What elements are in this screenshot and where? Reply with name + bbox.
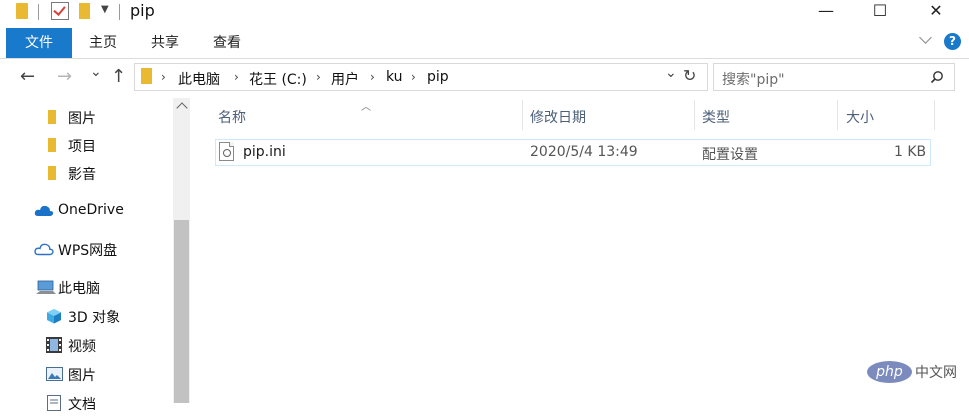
toolbar-divider xyxy=(119,4,120,20)
maximize-button[interactable]: ☐ xyxy=(857,0,903,24)
customize-toolbar-dropdown-icon[interactable]: ▼ xyxy=(101,4,109,15)
window-title: pip xyxy=(130,1,155,20)
sidebar-item-videos[interactable]: 视频 xyxy=(0,332,172,358)
file-type: 配置设置 xyxy=(702,147,758,163)
sidebar-item-wps-drive[interactable]: WPS网盘 xyxy=(0,236,172,262)
tab-home[interactable]: 主页 xyxy=(89,28,117,58)
close-button[interactable]: ✕ xyxy=(913,0,959,24)
breadcrumb-users[interactable]: 用户 xyxy=(331,69,359,89)
search-input[interactable]: 搜索"pip" xyxy=(722,69,785,89)
column-header-type[interactable]: 类型 xyxy=(702,107,730,131)
search-icon[interactable] xyxy=(930,70,944,84)
breadcrumb-drive-c[interactable]: 花王 (C:) xyxy=(249,69,307,89)
address-dropdown-icon[interactable]: ⌄ xyxy=(665,65,677,81)
sidebar-item-label: 文档 xyxy=(68,397,96,413)
back-arrow-icon[interactable]: ← xyxy=(20,66,35,87)
sidebar-item-projects[interactable]: 项目 xyxy=(0,132,172,158)
address-bar[interactable] xyxy=(134,63,708,91)
tab-share[interactable]: 共享 xyxy=(151,28,179,58)
sidebar-scrollbar-thumb[interactable] xyxy=(174,220,189,403)
folder-icon xyxy=(16,3,28,19)
column-divider[interactable] xyxy=(522,100,523,130)
file-name[interactable]: pip.ini xyxy=(243,144,286,160)
column-header-name[interactable]: 名称 xyxy=(218,107,246,131)
file-size: 1 KB xyxy=(894,144,927,160)
sidebar-item-pictures-quick[interactable]: 图片 xyxy=(0,104,172,130)
breadcrumb-this-pc[interactable]: 此电脑 xyxy=(178,69,220,89)
breadcrumb-chevron-icon[interactable]: › xyxy=(161,70,166,84)
tab-file[interactable]: 文件 xyxy=(6,28,72,58)
cloud-icon xyxy=(34,205,54,216)
title-bar: ▼ pip — ☐ ✕ xyxy=(0,0,969,25)
column-header-modified[interactable]: 修改日期 xyxy=(530,107,586,131)
sidebar-item-this-pc[interactable]: 此电脑 xyxy=(0,274,172,300)
film-icon xyxy=(46,337,62,353)
sidebar-item-label: 图片 xyxy=(68,368,96,384)
config-file-icon xyxy=(219,142,234,161)
folder-icon xyxy=(48,110,56,124)
file-modified: 2020/5/4 13:49 xyxy=(530,144,638,160)
forward-arrow-icon[interactable]: → xyxy=(57,66,72,87)
cube-icon xyxy=(47,309,61,324)
recent-locations-chevron-icon[interactable]: ⌄ xyxy=(90,64,102,80)
column-divider[interactable] xyxy=(694,100,695,130)
breadcrumb-chevron-icon[interactable]: › xyxy=(370,70,375,84)
toolbar-divider xyxy=(38,4,39,20)
minimize-button[interactable]: — xyxy=(803,0,849,24)
new-folder-icon[interactable] xyxy=(79,3,90,19)
column-divider[interactable] xyxy=(837,100,838,130)
sidebar-item-documents[interactable]: 文档 xyxy=(0,390,172,416)
sidebar-item-label: 影音 xyxy=(68,167,96,183)
watermark-text: 中文网 xyxy=(915,365,957,381)
navigation-pane: 图片 项目 影音 OneDrive WPS网盘 此电脑 3D 对象 视频 图片 … xyxy=(0,98,192,413)
sidebar-item-onedrive[interactable]: OneDrive xyxy=(0,198,172,224)
tab-view[interactable]: 查看 xyxy=(213,28,241,58)
breadcrumb-ku[interactable]: ku xyxy=(386,69,403,85)
sidebar-item-label: 项目 xyxy=(68,139,96,155)
breadcrumb-pip[interactable]: pip xyxy=(427,69,449,85)
cloud-outline-icon xyxy=(34,243,54,256)
sidebar-item-label: WPS网盘 xyxy=(58,243,118,259)
breadcrumb-chevron-icon[interactable]: › xyxy=(411,70,416,84)
sort-ascending-chevron-icon: ︿ xyxy=(361,102,371,113)
breadcrumb-chevron-icon[interactable]: › xyxy=(234,70,239,84)
sidebar-item-label: 此电脑 xyxy=(58,281,100,297)
watermark-logo: php xyxy=(867,361,912,383)
breadcrumb-chevron-icon[interactable]: › xyxy=(316,70,321,84)
refresh-icon[interactable]: ↻ xyxy=(683,66,696,85)
computer-icon xyxy=(36,280,56,294)
folder-icon xyxy=(48,138,56,152)
sidebar-item-media[interactable]: 影音 xyxy=(0,160,172,186)
ribbon-tab-strip xyxy=(0,26,969,59)
document-icon xyxy=(47,395,61,411)
sidebar-item-3d-objects[interactable]: 3D 对象 xyxy=(0,303,172,329)
properties-checkbox-icon[interactable] xyxy=(51,2,69,20)
sidebar-item-label: 图片 xyxy=(68,111,96,127)
picture-icon xyxy=(46,367,63,381)
sidebar-item-label: 视频 xyxy=(68,339,96,355)
folder-icon xyxy=(48,166,56,180)
column-header-size[interactable]: 大小 xyxy=(846,107,874,131)
sidebar-item-pictures[interactable]: 图片 xyxy=(0,361,172,387)
column-divider[interactable] xyxy=(934,100,935,130)
folder-icon xyxy=(141,68,152,84)
help-icon[interactable]: ? xyxy=(944,33,961,50)
sidebar-item-label: 3D 对象 xyxy=(68,310,121,326)
up-arrow-icon[interactable]: ↑ xyxy=(111,66,126,87)
sidebar-item-label: OneDrive xyxy=(58,202,124,218)
